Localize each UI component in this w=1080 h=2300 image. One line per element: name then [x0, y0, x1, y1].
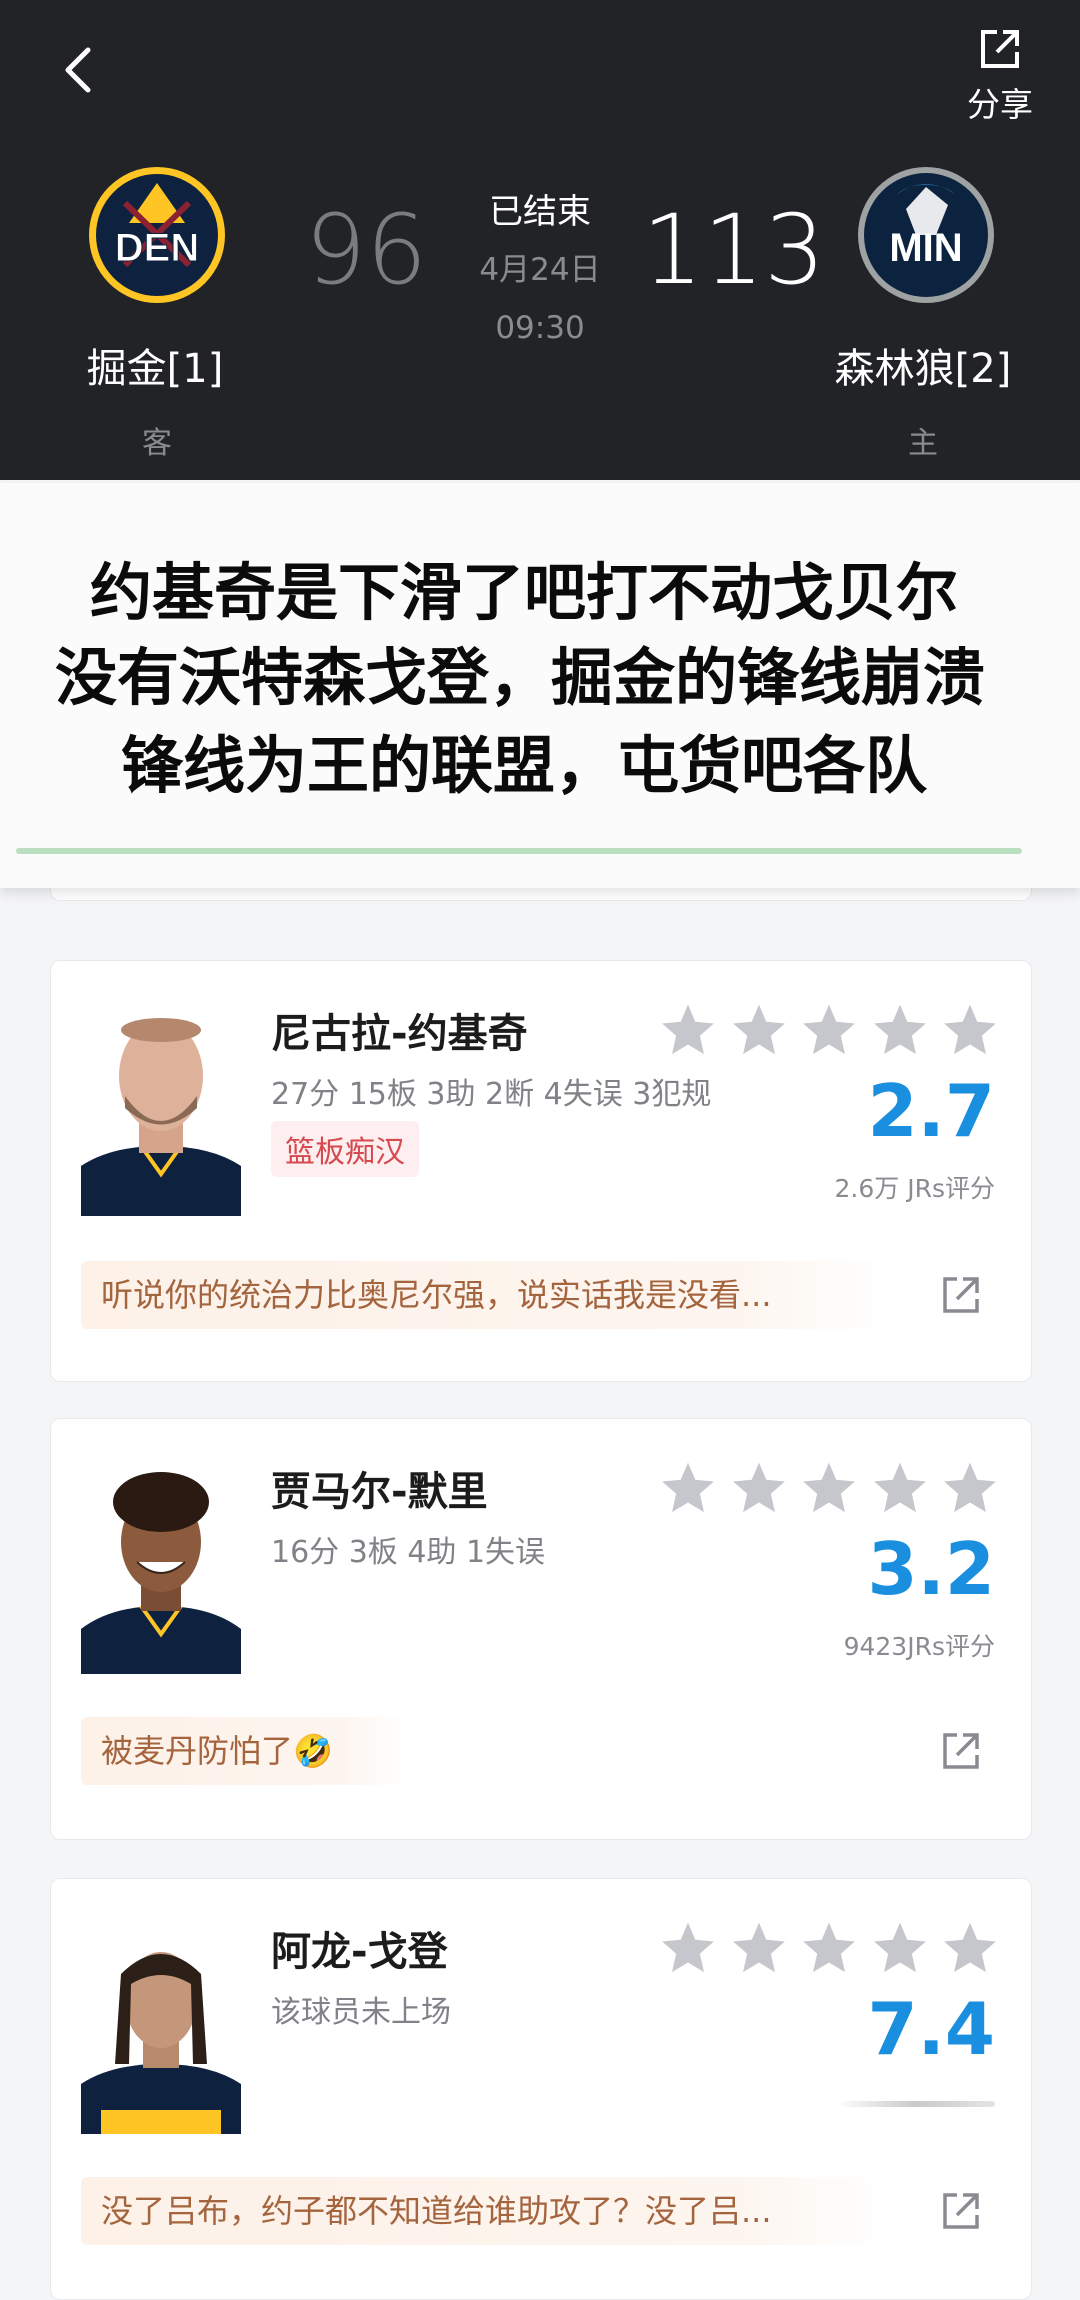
away-label: 客 — [142, 426, 172, 461]
laughing-emoji-icon: 🤣 — [293, 1732, 333, 1770]
comment-text: 听说你的统治力比奥尼尔强，说实话我是没看... — [101, 1276, 772, 1314]
top-comment[interactable]: 没了吕布，约子都不知道给谁助攻了？没了吕... — [81, 2177, 891, 2245]
back-button[interactable] — [50, 40, 110, 100]
player-name: 阿龙-戈登 — [271, 1929, 448, 1975]
share-button[interactable]: 分享 — [940, 26, 1060, 126]
star-icon[interactable] — [941, 1459, 999, 1517]
away-team-name[interactable]: 掘金[1] — [25, 336, 285, 394]
player-name: 贾马尔-默里 — [271, 1469, 488, 1515]
rating-stars[interactable] — [659, 1459, 999, 1519]
star-icon[interactable] — [871, 1001, 929, 1059]
game-date: 4月24日 — [479, 252, 601, 288]
rating-score: 2.7 — [867, 1069, 995, 1153]
rating-stars[interactable] — [659, 1919, 999, 1979]
home-score: 113 — [642, 194, 826, 306]
star-icon[interactable] — [659, 1919, 717, 1977]
caption-line-2: 没有沃特森戈登，掘金的锋线崩溃 — [54, 641, 985, 714]
player-tag-badge: 篮板痴汉 — [271, 1121, 419, 1177]
home-team-name[interactable]: 森林狼[2] — [793, 336, 1053, 394]
star-icon[interactable] — [800, 1919, 858, 1977]
svg-text:DEN: DEN — [115, 226, 199, 270]
star-icon[interactable] — [659, 1459, 717, 1517]
external-link-icon[interactable] — [939, 1729, 983, 1773]
player-card[interactable]: 尼古拉-约基奇 27分 15板 3助 2断 4失误 3犯规 篮板痴汉 2.7 2… — [50, 960, 1032, 1382]
star-icon[interactable] — [659, 1001, 717, 1059]
rating-score: 7.4 — [867, 1987, 995, 2071]
comment-text: 没了吕布，约子都不知道给谁助攻了？没了吕... — [101, 2192, 772, 2230]
svg-text:MIN: MIN — [889, 226, 962, 270]
external-link-icon[interactable] — [939, 1273, 983, 1317]
player-stats: 27分 15板 3助 2断 4失误 3犯规 — [271, 1077, 712, 1112]
game-status: 已结束 — [489, 192, 591, 232]
star-icon[interactable] — [941, 1001, 999, 1059]
top-comment[interactable]: 听说你的统治力比奥尼尔强，说实话我是没看... — [81, 1261, 891, 1329]
top-comment[interactable]: 被麦丹防怕了🤣 — [81, 1717, 406, 1785]
player-avatar — [81, 996, 241, 1216]
star-icon[interactable] — [800, 1459, 858, 1517]
away-team-logo[interactable]: DEN — [87, 165, 227, 305]
game-header: 分享 DEN 掘金[1] 客 96 已结束 4月24日 09:30 113 MI… — [0, 0, 1080, 480]
caption-overlay: 约基奇是下滑了吧打不动戈贝尔 没有沃特森戈登，掘金的锋线崩溃 锋线为王的联盟，屯… — [0, 483, 1080, 888]
rating-stars[interactable] — [659, 1001, 999, 1061]
player-card[interactable]: 贾马尔-默里 16分 3板 4助 1失误 3.2 9423JRs评分 被麦丹防怕… — [50, 1418, 1032, 1840]
chevron-left-icon — [65, 47, 91, 93]
caption-underline — [16, 848, 1022, 854]
rating-score: 3.2 — [867, 1527, 995, 1611]
player-avatar — [81, 1914, 241, 2134]
caption-line-3: 锋线为王的联盟，屯货吧各队 — [120, 729, 927, 802]
star-icon[interactable] — [730, 1001, 788, 1059]
player-stats: 16分 3板 4助 1失误 — [271, 1535, 546, 1570]
home-team-logo[interactable]: MIN — [856, 165, 996, 305]
comment-text: 被麦丹防怕了 — [101, 1732, 294, 1770]
share-icon — [981, 30, 1019, 68]
star-icon[interactable] — [941, 1919, 999, 1977]
external-link-icon[interactable] — [939, 2189, 983, 2233]
star-icon[interactable] — [871, 1459, 929, 1517]
player-avatar — [81, 1454, 241, 1674]
star-icon[interactable] — [730, 1459, 788, 1517]
star-icon[interactable] — [871, 1919, 929, 1977]
star-icon[interactable] — [730, 1919, 788, 1977]
game-info: 已结束 4月24日 09:30 — [440, 190, 640, 350]
star-icon[interactable] — [800, 1001, 858, 1059]
caption-line-1: 约基奇是下滑了吧打不动戈贝尔 — [89, 556, 958, 629]
rating-count: 9423JRs评分 — [843, 1632, 995, 1661]
rating-count: 2.6万 JRs评分 — [834, 1174, 995, 1203]
home-label: 主 — [908, 426, 938, 461]
game-time: 09:30 — [495, 310, 585, 346]
player-card[interactable]: 阿龙-戈登 该球员未上场 7.4 没了吕布，约子都不知道给谁助攻了？没了吕... — [50, 1878, 1032, 2300]
player-name: 尼古拉-约基奇 — [271, 1011, 528, 1057]
share-label: 分享 — [967, 85, 1033, 124]
player-stats: 该球员未上场 — [271, 1995, 451, 2030]
away-score: 96 — [305, 194, 428, 306]
rating-count-placeholder — [835, 2101, 995, 2107]
